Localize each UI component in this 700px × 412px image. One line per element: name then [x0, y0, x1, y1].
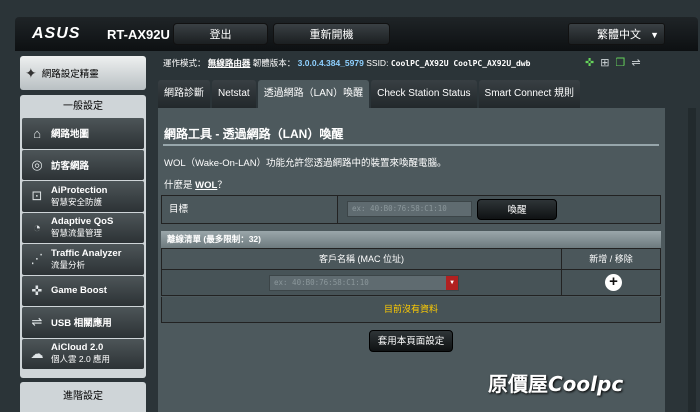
tab-smart-connect[interactable]: Smart Connect 規則	[478, 80, 581, 108]
ssid-label: SSID:	[366, 58, 389, 68]
wol-faq-link[interactable]: WOL	[195, 180, 217, 191]
tab-network-analysis[interactable]: 網路診斷	[158, 80, 210, 108]
add-icon[interactable]: +	[605, 274, 622, 291]
apply-button[interactable]: 套用本頁面設定	[369, 330, 453, 352]
sidebar-item-aiprotection[interactable]: ⊡ AiProtection 智慧安全防護	[22, 181, 144, 212]
sidebar-item-game-boost[interactable]: ✜ Game Boost	[22, 275, 144, 306]
faq-suffix: ？	[217, 180, 227, 191]
advanced-heading: 進階設定	[20, 382, 146, 412]
reboot-button[interactable]: 重新開機	[273, 23, 390, 45]
sidebar-item-label: 訪客網路	[51, 160, 90, 172]
client-mac-placeholder: ex: 40:B0:76:58:C1:10	[274, 278, 369, 287]
target-label: 目標	[162, 196, 338, 223]
language-label: 繁體中文	[597, 29, 641, 41]
watermark-prefix: 原價屋	[488, 372, 548, 396]
main-content: 網路工具 - 透過網路（LAN）喚醒 WOL（Wake-On-LAN）功能允許您…	[158, 108, 665, 412]
gamepad-icon: ✜	[31, 282, 43, 298]
mode-link[interactable]: 無線路由器	[208, 58, 251, 68]
mode-label: 運作模式：	[163, 58, 206, 68]
globe-icon: ◎	[31, 156, 43, 172]
top-header: ASUS RT-AX92U 登出 重新開機 繁體中文 ▼	[15, 17, 698, 51]
sidebar-item-aicloud[interactable]: ☁ AiCloud 2.0 個人雲 2.0 應用	[22, 338, 144, 369]
tab-netstat[interactable]: Netstat	[212, 80, 256, 108]
tab-check-station-status[interactable]: Check Station Status	[371, 80, 477, 108]
empty-list-message: 目前沒有資料	[161, 297, 661, 323]
usb-icon[interactable]: ⇌	[631, 57, 646, 69]
lock-icon: ⊡	[31, 188, 43, 204]
copy-icon[interactable]: ❐	[615, 57, 631, 69]
action-column-header: 新增 / 移除	[589, 254, 633, 264]
tab-wake-on-lan[interactable]: 透過網路（LAN）喚醒	[257, 80, 370, 108]
target-row: 目標 ex: 40:B0:76:58:C1:10 喚醒	[161, 195, 661, 224]
page-title: 網路工具 - 透過網路（LAN）喚醒	[164, 127, 344, 141]
client-mac-select[interactable]: ex: 40:B0:76:58:C1:10 ▼	[269, 275, 459, 291]
client-cell: ex: 40:B0:76:58:C1:10 ▼	[162, 270, 562, 295]
gauge-icon: ◔	[33, 220, 41, 236]
sidebar-item-label: AiProtection	[51, 184, 108, 196]
language-select[interactable]: 繁體中文 ▼	[568, 23, 665, 45]
sidebar-item-adaptive-qos[interactable]: ◔ Adaptive QoS 智慧流量管理	[22, 212, 144, 243]
sidebar-item-sublabel: 流量分析	[51, 259, 86, 270]
watermark-brand: Coolpc	[548, 372, 624, 396]
sidebar-item-guest-network[interactable]: ◎ 訪客網路	[22, 149, 144, 180]
tab-bar: 網路診斷 Netstat 透過網路（LAN）喚醒 Check Station S…	[158, 80, 582, 108]
sidebar-item-label: Traffic Analyzer	[51, 247, 122, 259]
quick-setup-button[interactable]: ✦ 網路設定精靈	[20, 56, 146, 90]
sidebar-item-sublabel: 智慧安全防護	[51, 196, 103, 207]
sidebar-item-label: USB 相關應用	[51, 318, 112, 330]
status-icons: ✜⊞❐⇌	[585, 56, 647, 69]
network-status-icon[interactable]: ⊞	[600, 57, 615, 69]
gamepad-icon[interactable]: ✜	[585, 57, 600, 69]
general-menu: 一般設定 ⌂ 網路地圖 ◎ 訪客網路 ⊡ AiProtection 智慧安全防護 …	[20, 95, 146, 378]
cloud-icon: ☁	[30, 345, 44, 361]
coolpc-watermark: 原價屋Coolpc	[488, 368, 623, 397]
network-map-icon: ⌂	[33, 125, 41, 141]
title-divider	[163, 144, 659, 146]
chart-icon: ⋰	[30, 251, 44, 267]
sidebar-item-sublabel: 智慧流量管理	[51, 228, 103, 239]
add-client-row: ex: 40:B0:76:58:C1:10 ▼ +	[161, 270, 661, 296]
sidebar-item-usb[interactable]: ⇌ USB 相關應用	[22, 307, 144, 338]
usb-icon: ⇌	[31, 314, 43, 330]
client-column-header: 客戶名稱 (MAC 位址)	[162, 249, 562, 269]
status-line: 運作模式： 無線路由器 韌體版本： 3.0.0.4.384_5979 SSID:…	[163, 57, 530, 69]
logout-button[interactable]: 登出	[173, 23, 268, 45]
target-mac-input[interactable]: ex: 40:B0:76:58:C1:10	[347, 201, 472, 217]
offline-list-header: 離線清單 (最多限制：32)	[161, 231, 661, 248]
scrollbar[interactable]	[688, 108, 696, 412]
faq-line: 什麼是 WOL？	[164, 177, 227, 191]
ssid-value: CoolPC_AX92U	[390, 59, 449, 68]
sidebar-item-label: Game Boost	[51, 285, 107, 297]
sidebar-item-label: 網路地圖	[51, 129, 90, 141]
model-name: RT-AX92U	[107, 27, 170, 42]
asus-logo[interactable]: ASUS	[32, 25, 80, 43]
page-description: WOL（Wake-On-LAN）功能允許您透過網路中的裝置來喚醒電腦。	[164, 158, 447, 169]
general-heading: 一般設定	[63, 101, 103, 112]
chevron-down-icon: ▼	[650, 30, 659, 40]
wand-icon: ✦	[25, 64, 37, 81]
wake-button[interactable]: 喚醒	[477, 199, 557, 220]
sidebar-item-label: Adaptive QoS	[51, 216, 114, 228]
firmware-link[interactable]: 3.0.0.4.384_5979	[298, 58, 364, 68]
faq-prefix: 什麼是	[164, 180, 193, 191]
firmware-label: 韌體版本：	[252, 58, 296, 68]
sidebar-item-label: AiCloud 2.0	[51, 342, 104, 354]
table-header: 客戶名稱 (MAC 位址) 新增 / 移除	[161, 248, 661, 270]
quick-setup-label: 網路設定精靈	[41, 69, 99, 80]
sidebar-item-sublabel: 個人雲 2.0 應用	[51, 354, 111, 365]
sidebar-item-traffic-analyzer[interactable]: ⋰ Traffic Analyzer 流量分析	[22, 244, 144, 275]
chevron-down-icon[interactable]: ▼	[446, 276, 458, 290]
sidebar-item-network-map[interactable]: ⌂ 網路地圖	[22, 118, 144, 149]
ssid-value: CoolPC_AX92U_dwb	[453, 59, 531, 68]
